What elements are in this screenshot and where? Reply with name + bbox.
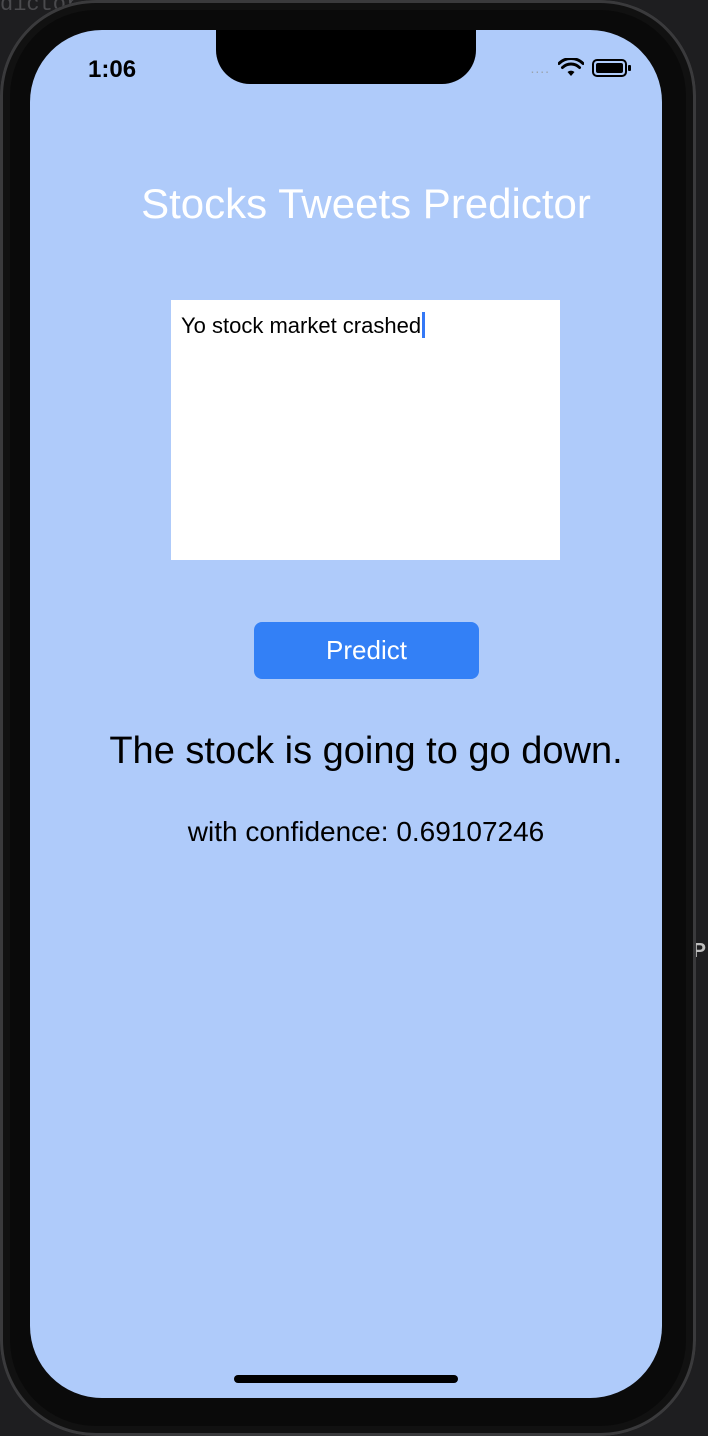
phone-frame: 1:06 .... Stocks Tweets Predictor Yo sto…	[0, 0, 696, 1436]
predict-button-label: Predict	[326, 635, 407, 665]
page-title: Stocks Tweets Predictor	[141, 180, 591, 227]
prediction-result-text: The stock is going to go down.	[109, 730, 623, 772]
predict-button[interactable]: Predict	[254, 622, 479, 679]
text-cursor	[422, 312, 426, 338]
prediction-confidence-text: with confidence: 0.69107246	[187, 816, 545, 847]
phone-screen: 1:06 .... Stocks Tweets Predictor Yo sto…	[30, 30, 662, 1398]
wifi-icon	[558, 58, 584, 76]
status-icons: ....	[530, 58, 632, 78]
battery-icon	[592, 59, 631, 77]
home-indicator[interactable]	[234, 1375, 458, 1383]
status-time: 1:06	[88, 56, 137, 83]
notch	[216, 30, 476, 84]
tweet-text-input[interactable]: Yo stock market crashed	[171, 300, 560, 560]
tweet-input-text: Yo stock market crashed	[181, 313, 422, 338]
cellular-signal-icon: ....	[530, 60, 550, 76]
